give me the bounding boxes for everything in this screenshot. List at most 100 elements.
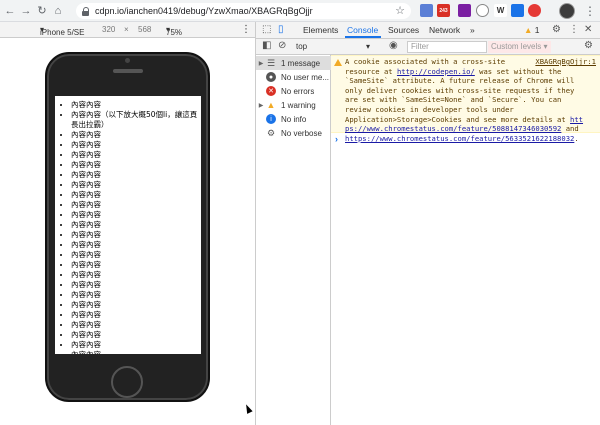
tab-elements[interactable]: Elements xyxy=(303,25,338,35)
list-icon: ☰ xyxy=(266,57,276,68)
expand-arrow-icon[interactable]: ▶ xyxy=(256,60,266,67)
sidebar-item-user-messages[interactable]: ● No user me... xyxy=(256,70,331,84)
tab-network[interactable]: Network xyxy=(429,25,460,35)
iphone-frame: 內容內容內容內容（以下放大概50個li，讓這頁長出拉霸）內容內容內容內容內容內容… xyxy=(45,52,210,402)
device-width[interactable]: 320 xyxy=(102,25,115,34)
extension-icon[interactable] xyxy=(528,4,541,17)
list-item: 內容內容 xyxy=(71,180,201,190)
filter-input[interactable]: Filter xyxy=(407,41,487,53)
inspect-icon[interactable]: ⬚ xyxy=(262,24,271,35)
clear-console-icon[interactable]: ⊘ xyxy=(278,40,286,51)
camera-icon xyxy=(125,58,130,63)
warning-icon: ▲ xyxy=(524,25,533,35)
tab-sources[interactable]: Sources xyxy=(388,25,419,35)
context-select[interactable]: top ▾ xyxy=(296,41,376,53)
home-icon[interactable]: ⌂ xyxy=(50,3,66,19)
list-item: 內容內容 xyxy=(71,150,201,160)
list-item: 內容內容 xyxy=(71,210,201,220)
console-sidebar: ▶ ☰ 1 message ● No user me... ✕ No error… xyxy=(255,55,331,425)
error-icon: ✕ xyxy=(266,86,276,96)
more-tabs-icon[interactable]: » xyxy=(470,25,475,35)
list-item: 內容內容 xyxy=(71,310,201,320)
bookmark-star-icon[interactable]: ☆ xyxy=(395,4,405,17)
reload-icon[interactable]: ↻ xyxy=(34,3,50,19)
device-select[interactable]: iPhone 5/SE ▾ xyxy=(40,25,84,37)
devtools-menu-icon[interactable]: ⋮ xyxy=(569,24,579,35)
settings-gear-icon[interactable]: ⚙ xyxy=(552,24,561,35)
expand-arrow-icon[interactable]: ▶ xyxy=(256,102,266,109)
list-item: 內容內容 xyxy=(71,320,201,330)
device-height[interactable]: 568 xyxy=(138,25,151,34)
sidebar-item-warnings[interactable]: ▶ ▲ 1 warning xyxy=(256,98,331,112)
console-prompt[interactable]: › xyxy=(335,134,338,144)
sidebar-item-messages[interactable]: ▶ ☰ 1 message xyxy=(256,56,331,70)
phone-screen[interactable]: 內容內容內容內容（以下放大概50個li，讓這頁長出拉霸）內容內容內容內容內容內容… xyxy=(55,96,201,354)
console-warning-message: XBAGRqBgOjjr:1 A cookie associated with … xyxy=(331,55,600,143)
list-item: 內容內容 xyxy=(71,140,201,150)
list-item: 內容內容 xyxy=(71,100,201,110)
console-toolbar: ◧ ⊘ top ▾ ◉ Filter Custom levels ▾ ⚙ xyxy=(255,39,600,55)
devtools-tabbar: ⬚ ▯ Elements Console Sources Network » ▲… xyxy=(255,22,600,39)
codepen-link[interactable]: http://codepen.io/ xyxy=(397,67,475,76)
list-item: 內容內容 xyxy=(71,230,201,240)
levels-dropdown[interactable]: Custom levels ▾ xyxy=(488,41,551,53)
list-item: 內容內容 xyxy=(71,300,201,310)
list-item: 內容內容（以下放大概50個li，讓這頁長出拉霸） xyxy=(71,110,201,130)
device-mode-icon[interactable]: ▯ xyxy=(278,24,284,35)
list-item: 內容內容 xyxy=(71,190,201,200)
sidebar-item-errors[interactable]: ✕ No errors xyxy=(256,84,331,98)
user-icon: ● xyxy=(266,72,276,82)
list-item: 內容內容 xyxy=(71,220,201,230)
extension-icon[interactable] xyxy=(458,4,471,17)
tab-console[interactable]: Console xyxy=(347,25,378,35)
address-bar[interactable]: cdpn.io/ianchen0419/debug/YzwXmao/XBAGRq… xyxy=(76,3,411,19)
chromestatus-link-1a[interactable]: htt xyxy=(570,115,583,124)
console-settings-icon[interactable]: ⚙ xyxy=(584,40,593,51)
browser-toolbar: ← → ↻ ⌂ cdpn.io/ianchen0419/debug/YzwXma… xyxy=(0,0,600,22)
list-item: 內容內容 xyxy=(71,160,201,170)
url-text: cdpn.io/ianchen0419/debug/YzwXmao/XBAGRq… xyxy=(95,6,313,16)
sidebar-item-info[interactable]: i No info xyxy=(256,112,331,126)
profile-avatar[interactable] xyxy=(559,3,575,19)
close-icon[interactable]: ✕ xyxy=(584,24,592,35)
lock-icon xyxy=(82,6,90,16)
extension-icon[interactable] xyxy=(511,4,524,17)
eye-icon[interactable]: ◉ xyxy=(389,40,398,51)
sidebar-toggle-icon[interactable]: ◧ xyxy=(262,40,271,51)
sidebar-item-verbose[interactable]: ⚙ No verbose xyxy=(256,126,331,140)
list-item: 內容內容 xyxy=(71,330,201,340)
list-item: 內容內容 xyxy=(71,250,201,260)
warning-icon: ▲ xyxy=(266,100,276,110)
zoom-select[interactable]: 75% ▾ xyxy=(166,25,182,37)
chromestatus-link-2[interactable]: https://www.chromestatus.com/feature/563… xyxy=(345,134,574,143)
list-item: 內容內容 xyxy=(71,280,201,290)
times-sign: × xyxy=(124,25,129,34)
list-item: 內容內容 xyxy=(71,240,201,250)
list-item: 內容內容 xyxy=(71,200,201,210)
chromestatus-link-1b[interactable]: ps://www.chromestatus.com/feature/508814… xyxy=(345,124,561,133)
extension-badge[interactable]: 243 xyxy=(437,4,450,17)
forward-arrow-icon[interactable]: → xyxy=(18,3,34,19)
list-item: 內容內容 xyxy=(71,130,201,140)
list-item: 內容內容 xyxy=(71,170,201,180)
device-menu-icon[interactable]: ⋮ xyxy=(241,24,251,35)
device-viewport: 內容內容內容內容（以下放大概50個li，讓這頁長出拉霸）內容內容內容內容內容內容… xyxy=(0,38,255,425)
back-arrow-icon[interactable]: ← xyxy=(2,3,18,19)
device-toolbar: iPhone 5/SE ▾ 320 × 568 75% ▾ ⋮ xyxy=(0,22,255,38)
browser-menu-icon[interactable]: ⋮ xyxy=(584,3,596,19)
list-item: 內容內容 xyxy=(71,270,201,280)
home-button[interactable] xyxy=(111,366,143,398)
list-item: 內容內容 xyxy=(71,260,201,270)
extension-icon[interactable] xyxy=(476,4,489,17)
warning-text: A cookie associated with a cross-site re… xyxy=(345,57,584,143)
list-item: 內容內容 xyxy=(71,350,201,354)
list-item: 內容內容 xyxy=(71,290,201,300)
extension-w[interactable]: W xyxy=(494,4,507,17)
content-list: 內容內容內容內容（以下放大概50個li，讓這頁長出拉霸）內容內容內容內容內容內容… xyxy=(55,96,201,354)
console-output: XBAGRqBgOjjr:1 A cookie associated with … xyxy=(331,55,600,425)
active-tab-underline xyxy=(345,36,381,38)
warning-icon xyxy=(334,59,342,66)
warning-counter[interactable]: ▲ 1 xyxy=(524,25,540,35)
extension-icon[interactable] xyxy=(420,4,433,17)
list-item: 內容內容 xyxy=(71,340,201,350)
